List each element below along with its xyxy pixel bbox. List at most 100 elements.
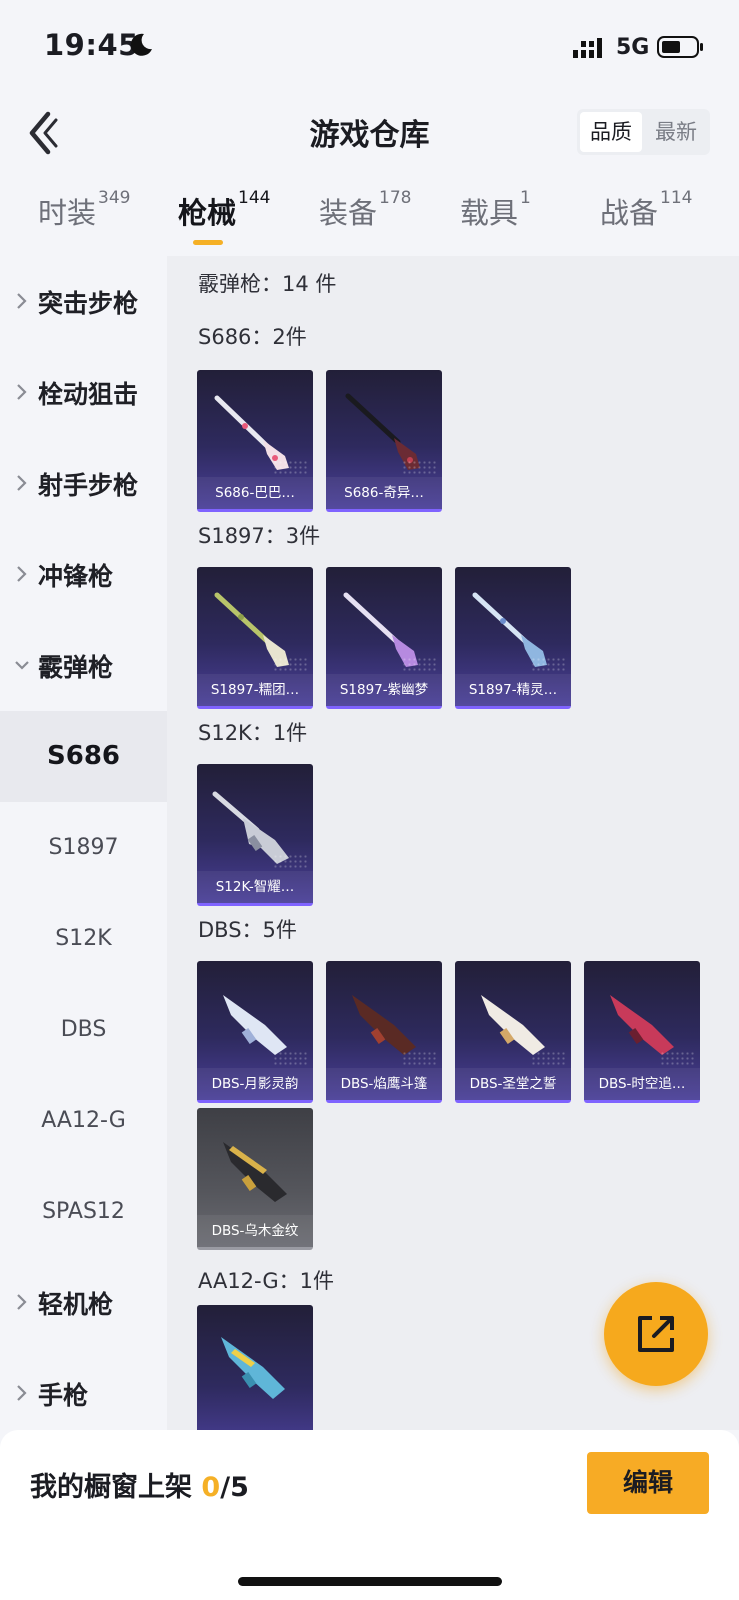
weapon-card[interactable] xyxy=(197,1305,313,1430)
home-indicator[interactable] xyxy=(238,1577,502,1586)
tab-label: 枪械 xyxy=(178,196,237,230)
tab-weapons[interactable]: 枪械 144 xyxy=(178,188,271,250)
sidebar-item-label: 射手步枪 xyxy=(38,471,139,500)
weapon-card[interactable]: DBS-时空追… xyxy=(584,961,700,1103)
tab-label: 载具 xyxy=(460,196,519,230)
weapon-card-name: DBS-时空追… xyxy=(584,1068,700,1100)
section-title: S12K：1件 xyxy=(198,721,308,745)
chevron-right-icon xyxy=(17,1385,27,1401)
weapon-card-name: DBS-月影灵韵 xyxy=(197,1068,313,1100)
showcase-total: /5 xyxy=(220,1472,249,1503)
sidebar-sub-s1897[interactable]: S1897 xyxy=(0,802,167,893)
sort-newest-button[interactable]: 最新 xyxy=(645,112,707,152)
tab-fashion[interactable]: 时装 349 xyxy=(38,188,131,250)
card-decoration xyxy=(273,854,307,868)
sidebar-item-bolt-sniper[interactable]: 栓动狙击 xyxy=(0,347,167,438)
showcase-status: 我的橱窗上架 0/5 xyxy=(30,1465,249,1504)
chevron-right-icon xyxy=(17,1294,27,1310)
weapon-card-name: S1897-糯团… xyxy=(197,674,313,706)
chevron-right-icon xyxy=(17,293,27,309)
weapon-card[interactable]: DBS-焰鹰斗篷 xyxy=(326,961,442,1103)
weapon-card[interactable]: S686-巴巴… xyxy=(197,370,313,512)
weapon-card-name: S686-巴巴… xyxy=(197,477,313,509)
shotgun-skin-image xyxy=(223,1142,287,1202)
sidebar-sub-aa12g[interactable]: AA12-G xyxy=(0,1075,167,1166)
card-decoration xyxy=(402,460,436,474)
sidebar-item-marksman-rifle[interactable]: 射手步枪 xyxy=(0,438,167,529)
showcase-label: 我的橱窗上架 xyxy=(30,1472,202,1503)
weapon-card-name: DBS-焰鹰斗篷 xyxy=(326,1068,442,1100)
tab-label: 战备 xyxy=(600,196,659,230)
tab-count: 114 xyxy=(660,188,693,208)
card-decoration xyxy=(660,1051,694,1065)
sidebar-sub-s12k[interactable]: S12K xyxy=(0,893,167,984)
section-title: S686：2件 xyxy=(198,325,307,349)
weapon-card-name: S12K-智耀… xyxy=(197,871,313,903)
section-title: DBS：5件 xyxy=(198,918,297,942)
card-decoration xyxy=(402,657,436,671)
weapon-card[interactable]: DBS-月影灵韵 xyxy=(197,961,313,1103)
category-summary: 霰弹枪：14 件 xyxy=(198,272,337,296)
weapon-card[interactable]: S12K-智耀… xyxy=(197,764,313,906)
status-time: 19:45 xyxy=(44,28,139,62)
weapon-card-name: DBS-乌木金纹 xyxy=(197,1215,313,1247)
chevron-right-icon xyxy=(17,566,27,582)
weapon-card-name: S1897-精灵… xyxy=(455,674,571,706)
sidebar-item-label: 手枪 xyxy=(38,1381,89,1410)
showcase-count: 0 xyxy=(201,1472,221,1503)
card-decoration xyxy=(402,1051,436,1065)
weapon-card[interactable]: S1897-糯团… xyxy=(197,567,313,709)
card-decoration xyxy=(273,1051,307,1065)
bottom-action-bar: 我的橱窗上架 0/5 编辑 xyxy=(0,1430,739,1600)
weapon-card[interactable]: DBS-圣堂之誓 xyxy=(455,961,571,1103)
weapon-card[interactable]: S1897-精灵… xyxy=(455,567,571,709)
sidebar-item-pistol[interactable]: 手枪 xyxy=(0,1348,167,1439)
sidebar-item-label: 霰弹枪 xyxy=(38,653,114,682)
weapon-card[interactable]: S1897-紫幽梦 xyxy=(326,567,442,709)
tab-equipment[interactable]: 装备 178 xyxy=(319,188,412,250)
sidebar-item-smg[interactable]: 冲锋枪 xyxy=(0,529,167,620)
sidebar-item-lmg[interactable]: 轻机枪 xyxy=(0,1257,167,1348)
tab-count: 178 xyxy=(379,188,412,208)
share-button[interactable] xyxy=(604,1282,708,1386)
card-decoration xyxy=(531,1051,565,1065)
share-external-icon xyxy=(638,1316,674,1352)
sidebar-item-label: 轻机枪 xyxy=(38,1290,114,1319)
card-decoration xyxy=(273,460,307,474)
chevron-right-icon xyxy=(17,384,27,400)
sidebar-sub-dbs[interactable]: DBS xyxy=(0,984,167,1075)
tab-supplies[interactable]: 战备 114 xyxy=(600,188,693,250)
section-title: S1897：3件 xyxy=(198,524,321,548)
weapon-card-name: DBS-圣堂之誓 xyxy=(455,1068,571,1100)
tab-active-indicator xyxy=(193,240,223,245)
tab-label: 时装 xyxy=(38,196,97,230)
weapon-card[interactable]: DBS-乌木金纹 xyxy=(197,1108,313,1250)
tab-vehicles[interactable]: 载具 1 xyxy=(460,188,531,250)
tab-count: 349 xyxy=(98,188,131,208)
card-decoration xyxy=(273,657,307,671)
signal-icon xyxy=(573,38,602,58)
weapon-card-name: S686-奇异… xyxy=(326,477,442,509)
sidebar-sub-spas12[interactable]: SPAS12 xyxy=(0,1166,167,1257)
sidebar-item-assault-rifle[interactable]: 突击步枪 xyxy=(0,256,167,347)
moon-icon xyxy=(130,33,152,56)
tab-label: 装备 xyxy=(319,196,378,230)
section-title: AA12-G：1件 xyxy=(198,1269,335,1293)
chevron-right-icon xyxy=(17,475,27,491)
sidebar-item-label: 栓动狙击 xyxy=(38,380,139,409)
shotgun-skin-image xyxy=(221,1337,285,1399)
sidebar-item-shotgun[interactable]: 霰弹枪 xyxy=(0,620,167,711)
sidebar-item-label: 冲锋枪 xyxy=(38,562,114,591)
edit-button[interactable]: 编辑 xyxy=(587,1452,709,1514)
tab-count: 144 xyxy=(238,188,271,208)
weapon-type-sidebar: 突击步枪 栓动狙击 射手步枪 冲锋枪 霰弹枪 S686 S1897 S12K D… xyxy=(0,256,167,1430)
weapon-grid-panel[interactable]: 霰弹枪：14 件 S686：2件 S686-巴巴… S686-奇异… S1897… xyxy=(167,256,739,1430)
sidebar-sub-s686[interactable]: S686 xyxy=(0,711,167,802)
weapon-card[interactable]: S686-奇异… xyxy=(326,370,442,512)
status-bar: 19:45 5G xyxy=(0,0,739,92)
sort-quality-button[interactable]: 品质 xyxy=(580,112,642,152)
battery-icon xyxy=(657,36,703,58)
card-decoration xyxy=(531,657,565,671)
weapon-card-name: S1897-紫幽梦 xyxy=(326,674,442,706)
tab-count: 1 xyxy=(520,188,531,208)
